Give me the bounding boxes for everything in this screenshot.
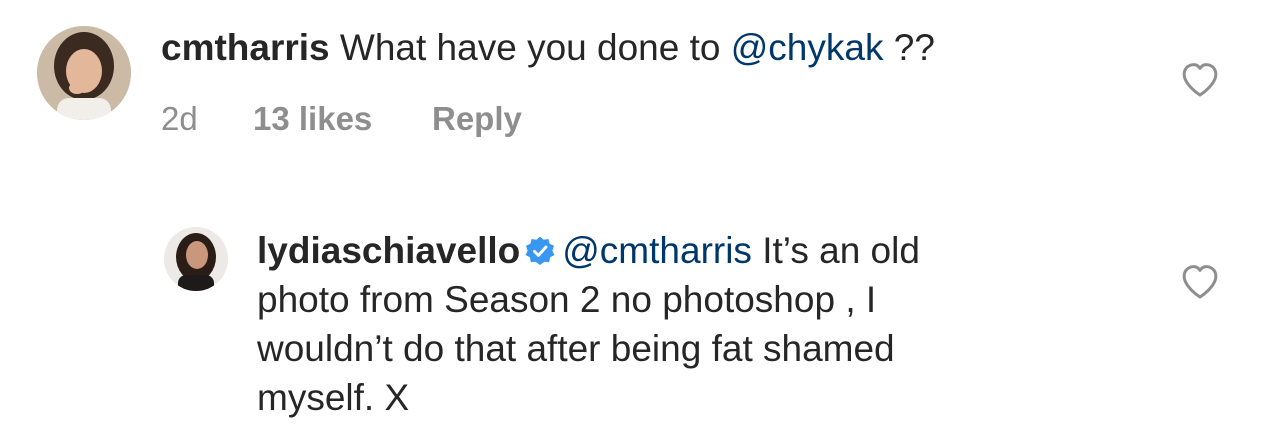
comment-meta: 2d 13 likes Reply	[161, 100, 661, 140]
comment-mention-link[interactable]: @chykak	[731, 27, 884, 68]
comment-body: What have you done to	[339, 27, 721, 68]
comment-likes-count[interactable]: 13 likes	[253, 100, 372, 138]
reply-text: lydiaschiavello @cmtharris It’s an old p…	[257, 226, 1077, 422]
reply-line-3: wouldn’t do that after being fat shamed	[257, 328, 895, 369]
heart-outline-icon[interactable]	[1180, 60, 1220, 100]
avatar-photo	[164, 227, 228, 291]
reply-body-line-1: It’s an old	[762, 230, 920, 271]
avatar-photo	[37, 26, 131, 120]
heart-outline-icon[interactable]	[1180, 262, 1220, 302]
comment-suffix: ??	[893, 27, 935, 68]
reply-line-4: myself. X	[257, 377, 410, 418]
commenter-avatar[interactable]	[37, 26, 131, 120]
verified-badge-icon	[525, 236, 555, 265]
comment-text: cmtharris What have you done to @chykak …	[161, 25, 935, 70]
comment-username[interactable]: cmtharris	[161, 27, 330, 68]
reply-username[interactable]: lydiaschiavello	[257, 230, 520, 271]
reply-line-1: lydiaschiavello @cmtharris It’s an old	[257, 226, 1077, 275]
reply-line-2: photo from Season 2 no photoshop , I	[257, 279, 877, 320]
reply-button[interactable]: Reply	[432, 100, 522, 138]
comment-timestamp[interactable]: 2d	[161, 100, 198, 138]
replier-avatar[interactable]	[164, 227, 228, 291]
reply-mention-link[interactable]: @cmtharris	[562, 230, 752, 271]
